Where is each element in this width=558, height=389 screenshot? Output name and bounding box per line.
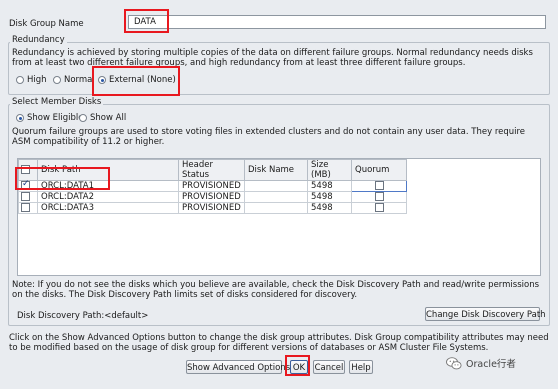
radio-external[interactable]: External (None) (98, 75, 176, 85)
radio-high-label: High (27, 75, 47, 85)
size-cell: 5498 (307, 191, 352, 203)
discovery-note: Note: If you do not see the disks which … (12, 280, 540, 300)
table-row[interactable]: ORCL:DATA3 PROVISIONED 5498 (18, 202, 407, 214)
column-header-size[interactable]: Size (MB) (307, 159, 352, 181)
table-row[interactable]: ORCL:DATA1 PROVISIONED 5498 (18, 179, 407, 192)
radio-external-label: External (None) (109, 75, 176, 85)
redundancy-description: Redundancy is achieved by storing multip… (12, 48, 533, 68)
filter-show-eligible-label: Show Eligible (27, 113, 84, 123)
row-select-cell[interactable] (18, 202, 38, 214)
disk-path-cell: ORCL:DATA1 (37, 180, 179, 192)
filter-show-eligible[interactable]: Show Eligible (16, 113, 83, 123)
disk-name-cell (244, 202, 308, 214)
show-advanced-options-button[interactable]: Show Advanced Options (186, 360, 290, 374)
header-status-cell: PROVISIONED (178, 180, 245, 192)
wechat-icon (446, 356, 462, 369)
row-checkbox[interactable] (21, 179, 30, 190)
select-all-checkbox[interactable] (21, 165, 30, 174)
advanced-options-info: Click on the Show Advanced Options butto… (9, 333, 549, 353)
column-header-select[interactable] (18, 159, 38, 181)
row-checkbox[interactable] (21, 192, 30, 201)
size-cell: 5498 (307, 180, 352, 192)
redundancy-legend: Redundancy (10, 35, 67, 45)
disk-path-cell: ORCL:DATA2 (37, 191, 179, 203)
disk-group-name-label: Disk Group Name (9, 19, 84, 29)
quorum-checkbox[interactable] (374, 203, 384, 212)
radio-normal-indicator (53, 76, 61, 84)
help-button[interactable]: Help (349, 360, 373, 374)
row-select-cell[interactable] (18, 191, 38, 203)
watermark: Oracle行者 (446, 356, 516, 370)
disk-path-cell: ORCL:DATA3 (37, 202, 179, 214)
column-header-quorum[interactable]: Quorum (351, 159, 407, 181)
member-disks-legend: Select Member Disks (10, 97, 104, 107)
quorum-cell[interactable] (351, 180, 407, 192)
radio-normal-label: Normal (64, 75, 95, 85)
radio-high[interactable]: High (16, 75, 47, 85)
quorum-cell[interactable] (351, 202, 407, 214)
radio-high-indicator (16, 76, 24, 84)
column-header-disk-path[interactable]: Disk Path (37, 159, 179, 181)
filter-show-all[interactable]: Show All (79, 113, 126, 123)
row-checkbox[interactable] (21, 203, 30, 212)
disk-group-name-input[interactable]: DATA (128, 15, 546, 29)
size-cell: 5498 (307, 202, 352, 214)
radio-normal[interactable]: Normal (53, 75, 95, 85)
filter-show-all-indicator (79, 114, 87, 122)
quorum-note: Quorum failure groups are used to store … (12, 127, 526, 147)
disk-table-container[interactable]: Disk Path Header Status Disk Name Size (… (17, 158, 541, 276)
change-disk-discovery-path-button[interactable]: Change Disk Discovery Path (425, 307, 546, 321)
column-header-disk-name[interactable]: Disk Name (244, 159, 308, 181)
cancel-button[interactable]: Cancel (313, 360, 345, 374)
discovery-path-text: Disk Discovery Path:<default> (17, 311, 149, 321)
row-select-cell[interactable] (18, 179, 38, 192)
disk-name-cell (244, 191, 308, 203)
disk-name-cell (244, 180, 308, 192)
column-header-header-status[interactable]: Header Status (178, 159, 245, 181)
radio-external-indicator (98, 76, 106, 84)
quorum-cell[interactable] (351, 191, 407, 203)
ok-button[interactable]: OK (290, 360, 308, 374)
filter-show-eligible-indicator (16, 114, 24, 122)
disk-table: Disk Path Header Status Disk Name Size (… (18, 159, 407, 214)
header-status-cell: PROVISIONED (178, 202, 245, 214)
table-row[interactable]: ORCL:DATA2 PROVISIONED 5498 (18, 191, 407, 203)
quorum-checkbox[interactable] (374, 192, 384, 201)
quorum-checkbox[interactable] (374, 181, 384, 190)
watermark-text: Oracle行者 (466, 359, 516, 370)
disk-table-header: Disk Path Header Status Disk Name Size (… (18, 159, 407, 181)
header-status-cell: PROVISIONED (178, 191, 245, 203)
disk-group-name-value: DATA (134, 17, 156, 27)
filter-show-all-label: Show All (90, 113, 127, 123)
